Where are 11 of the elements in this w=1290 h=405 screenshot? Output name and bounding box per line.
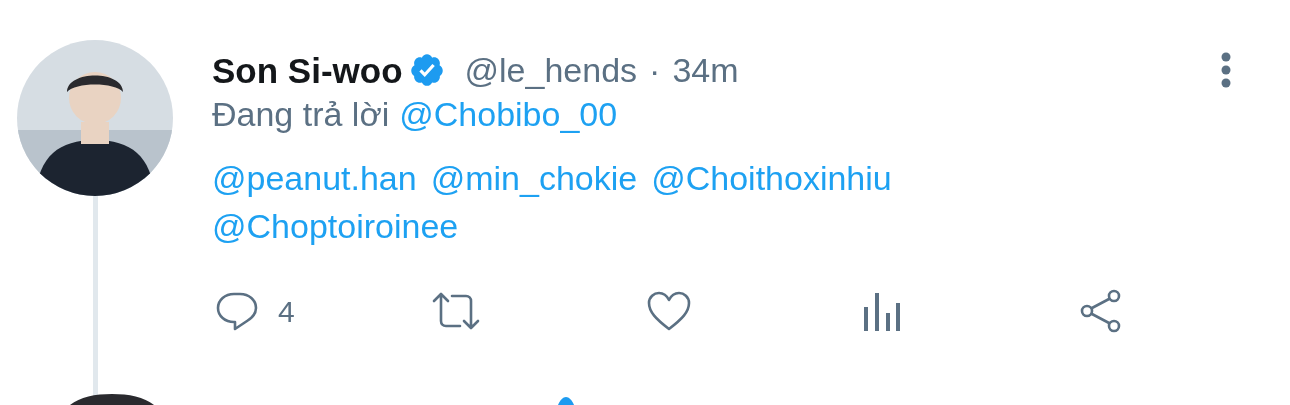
mention-link[interactable]: @peanut.han [212, 154, 417, 202]
mention-link[interactable]: @Choptoiroinee [212, 202, 459, 250]
mention-link[interactable]: @Choithoxinhiu [651, 154, 892, 202]
mention-link[interactable]: @min_chokie [430, 154, 638, 202]
mention-link[interactable]: @Chobibo_00 [399, 90, 618, 138]
author-handle[interactable]: @le_hends [464, 53, 638, 87]
author-name[interactable]: Son Si-woo [212, 52, 403, 88]
tweet-time: 34m [672, 53, 739, 87]
replying-to-label: Đang trả lời [212, 94, 390, 135]
separator-dot: · [649, 53, 661, 87]
reply-count: 4 [278, 293, 295, 330]
